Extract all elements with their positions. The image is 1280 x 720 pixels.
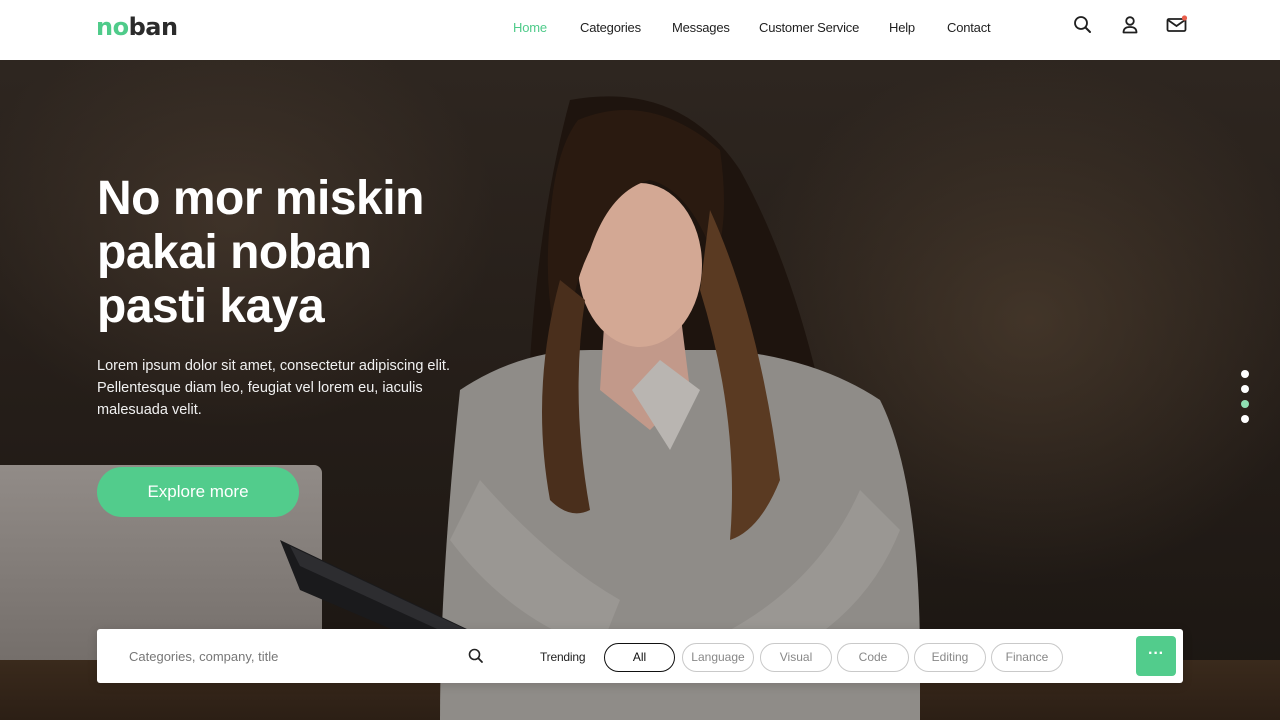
site-header: noban Home Categories Messages Customer … — [0, 0, 1280, 60]
trending-label: Trending — [540, 650, 586, 664]
search-icon[interactable] — [467, 647, 485, 665]
brand-logo[interactable]: noban — [96, 13, 178, 41]
nav-item-contact[interactable]: Contact — [947, 20, 991, 35]
carousel-pagination — [1241, 370, 1249, 430]
nav-item-help[interactable]: Help — [889, 20, 915, 35]
nav-item-customer-service[interactable]: Customer Service — [759, 20, 859, 35]
carousel-dot[interactable] — [1241, 385, 1249, 393]
hero-title-line: No mor miskin — [97, 172, 424, 225]
nav-item-home[interactable]: Home — [513, 20, 547, 35]
nav-item-categories[interactable]: Categories — [580, 20, 641, 35]
search-icon[interactable] — [1072, 14, 1094, 36]
filter-pill-all[interactable]: All — [604, 643, 675, 672]
nav-item-messages[interactable]: Messages — [672, 20, 730, 35]
search-bar: Trending All Language Visual Code Editin… — [97, 629, 1183, 683]
logo-text-accent: no — [96, 13, 129, 41]
logo-text-dark: ban — [128, 13, 178, 41]
more-options-button[interactable]: ··· — [1136, 636, 1176, 676]
mail-icon[interactable] — [1166, 14, 1188, 36]
carousel-dot-active[interactable] — [1241, 400, 1249, 408]
hero-title-line: pasti kaya — [97, 280, 325, 333]
search-input[interactable] — [129, 641, 449, 671]
filter-pill-visual[interactable]: Visual — [760, 643, 832, 672]
hero-title: No mor miskin pakai noban pasti kaya — [97, 172, 517, 334]
hero-section: No mor miskin pakai noban pasti kaya Lor… — [0, 60, 1280, 720]
filter-pill-language[interactable]: Language — [682, 643, 754, 672]
hero-title-line: pakai noban — [97, 226, 372, 279]
filter-pill-code[interactable]: Code — [837, 643, 909, 672]
filter-pill-finance[interactable]: Finance — [991, 643, 1063, 672]
carousel-dot[interactable] — [1241, 415, 1249, 423]
filter-pill-editing[interactable]: Editing — [914, 643, 986, 672]
hero-description: Lorem ipsum dolor sit amet, consectetur … — [97, 358, 450, 418]
explore-more-button[interactable]: Explore more — [97, 467, 299, 517]
user-icon[interactable] — [1119, 14, 1141, 36]
carousel-dot[interactable] — [1241, 370, 1249, 378]
